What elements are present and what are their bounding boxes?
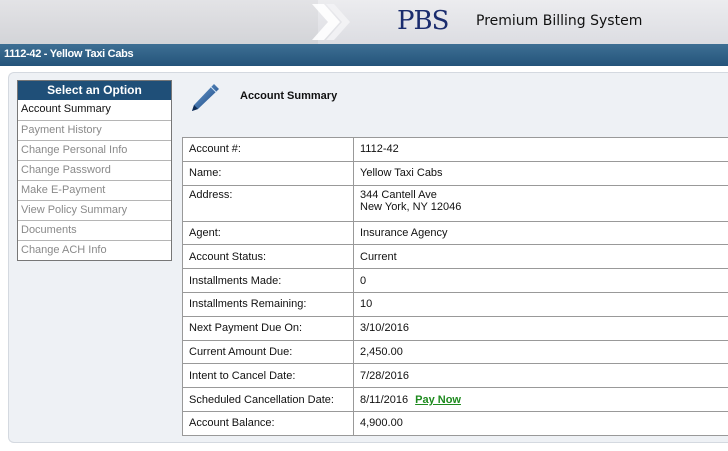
options-sidebar: Select an Option Account Summary Payment… <box>17 80 172 261</box>
sidebar-item-documents[interactable]: Documents <box>18 220 171 240</box>
table-row: Agent: Insurance Agency <box>182 221 728 246</box>
sidebar-item-change-personal-info[interactable]: Change Personal Info <box>18 140 171 160</box>
table-row: Intent to Cancel Date: 7/28/2016 <box>182 363 728 389</box>
account-title-bar: 1112-42 - Yellow Taxi Cabs <box>0 44 728 66</box>
row-label: Account Status: <box>182 244 354 270</box>
row-label: Next Payment Due On: <box>182 316 354 341</box>
sidebar-item-make-e-payment[interactable]: Make E-Payment <box>18 180 171 200</box>
pbs-logo: PBS <box>397 6 449 36</box>
table-row: Name: Yellow Taxi Cabs <box>182 161 728 186</box>
row-label: Scheduled Cancellation Date: <box>182 387 354 412</box>
app-tagline: Premium Billing System <box>476 13 643 29</box>
row-value: 10 <box>353 292 728 317</box>
sidebar-item-view-policy-summary[interactable]: View Policy Summary <box>18 200 171 220</box>
sidebar-item-change-password[interactable]: Change Password <box>18 160 171 180</box>
sidebar-item-payment-history[interactable]: Payment History <box>18 120 171 140</box>
sidebar-item-account-summary[interactable]: Account Summary <box>18 100 171 120</box>
table-row: Current Amount Due: 2,450.00 <box>182 340 728 365</box>
row-label: Account #: <box>182 137 354 162</box>
table-row: Address: 344 Cantell Ave New York, NY 12… <box>182 185 728 222</box>
row-label: Installments Remaining: <box>182 292 354 317</box>
sidebar-heading: Select an Option <box>18 81 171 100</box>
sidebar-item-change-ach-info[interactable]: Change ACH Info <box>18 240 171 260</box>
header-left-band <box>0 0 318 44</box>
table-row: Account Status: Current <box>182 244 728 270</box>
row-label: Current Amount Due: <box>182 340 354 365</box>
row-value: 7/28/2016 <box>353 363 728 389</box>
address-line-1: 344 Cantell Ave <box>360 188 437 201</box>
table-row: Account #: 1112-42 <box>182 137 728 162</box>
row-value: 2,450.00 <box>353 340 728 365</box>
table-row: Installments Remaining: 10 <box>182 292 728 317</box>
table-row: Scheduled Cancellation Date: 8/11/2016 Pa… <box>182 387 728 412</box>
address-line-2: New York, NY 12046 <box>360 200 462 213</box>
row-value: 0 <box>353 268 728 293</box>
table-row: Account Balance: 4,900.00 <box>182 411 728 436</box>
row-label: Name: <box>182 161 354 186</box>
row-value: Yellow Taxi Cabs <box>353 161 728 186</box>
section-title: Account Summary <box>240 90 338 102</box>
row-value: Insurance Agency <box>353 221 728 246</box>
row-value: 3/10/2016 <box>353 316 728 341</box>
row-label: Agent: <box>182 221 354 246</box>
row-label: Intent to Cancel Date: <box>182 363 354 389</box>
row-value: Current <box>353 244 728 270</box>
pay-now-link[interactable]: Pay Now <box>415 394 461 406</box>
table-row: Next Payment Due On: 3/10/2016 <box>182 316 728 341</box>
chevron-right-icon <box>326 4 350 40</box>
row-label: Installments Made: <box>182 268 354 293</box>
table-row: Installments Made: 0 <box>182 268 728 293</box>
row-label: Address: <box>182 185 354 222</box>
pen-icon <box>192 84 219 111</box>
row-label: Account Balance: <box>182 411 354 436</box>
app-header: PBS Premium Billing System <box>0 0 728 44</box>
row-value: 1112-42 <box>353 137 728 162</box>
row-value: 4,900.00 <box>353 411 728 436</box>
row-value-address: 344 Cantell Ave New York, NY 12046 <box>353 185 728 222</box>
row-value: 8/11/2016 Pay Now <box>353 387 728 412</box>
account-summary-table: Account #: 1112-42 Name: Yellow Taxi Cab… <box>182 137 728 436</box>
cancellation-date: 8/11/2016 <box>360 393 409 406</box>
